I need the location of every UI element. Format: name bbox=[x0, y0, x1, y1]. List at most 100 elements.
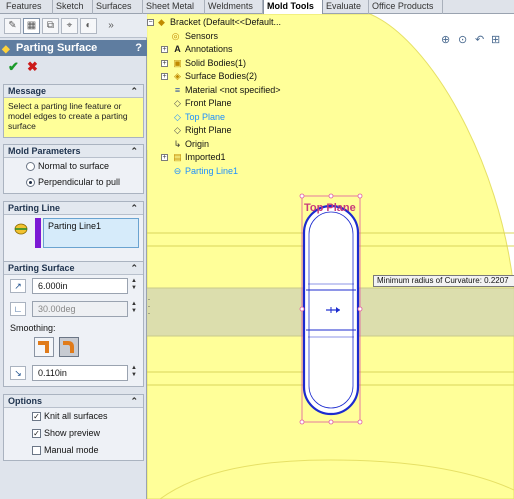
property-manager-icon[interactable]: ▦ bbox=[23, 18, 40, 34]
expand-icon[interactable]: + bbox=[161, 154, 168, 161]
sharp-corner-icon bbox=[38, 341, 49, 353]
previous-view-icon[interactable]: ↶ bbox=[475, 33, 484, 46]
smoothing-smooth-button[interactable] bbox=[59, 337, 79, 357]
tab-evaluate[interactable]: Evaluate bbox=[323, 0, 369, 14]
mold-parameters-header[interactable]: Mold Parameters ⌃ bbox=[4, 145, 143, 158]
tree-root[interactable]: − ◆ Bracket (Default<<Default... bbox=[147, 16, 352, 30]
collapse-chevron-icon[interactable]: ⌃ bbox=[130, 262, 138, 275]
display-manager-icon[interactable]: ◐ bbox=[80, 18, 97, 34]
checkbox[interactable]: ✓ bbox=[32, 412, 41, 421]
collapse-chevron-icon[interactable]: ⌃ bbox=[130, 202, 138, 215]
tree-item-top-plane[interactable]: ◇ Top Plane bbox=[152, 111, 352, 125]
plane-icon: ◇ bbox=[174, 125, 181, 135]
panel-arrow-icon[interactable]: » bbox=[103, 19, 119, 33]
tab-weldments[interactable]: Weldments bbox=[205, 0, 263, 14]
zoom-to-fit-icon[interactable]: ⊕ bbox=[441, 33, 450, 46]
property-manager-panel: ✎ ▦ ⧉ ⌖ ◐ » ◆ Parting Surface ? ✔ ✖ Mess… bbox=[0, 14, 147, 499]
cancel-button[interactable]: ✖ bbox=[27, 60, 38, 74]
distance-row: ↗ 6.000in ▲ ▼ bbox=[8, 278, 141, 294]
smoothing-distance-row: ↘ 0.110in ▲ ▼ bbox=[8, 365, 141, 381]
parting-line-icon bbox=[14, 223, 28, 235]
tab-mold-tools[interactable]: Mold Tools bbox=[263, 0, 323, 15]
solid-bodies-icon: ▣ bbox=[173, 57, 182, 68]
tab-sheet-metal[interactable]: Sheet Metal bbox=[143, 0, 205, 14]
ok-button[interactable]: ✔ bbox=[8, 60, 19, 74]
tree-item-material[interactable]: ≡ Material <not specified> bbox=[152, 84, 352, 98]
feature-manager-icon[interactable]: ✎ bbox=[4, 18, 21, 34]
tree-item-sensors[interactable]: ◎ Sensors bbox=[152, 30, 352, 44]
radio-button[interactable] bbox=[26, 178, 35, 187]
smoothing-distance-input[interactable]: 0.110in bbox=[32, 365, 128, 381]
smoothing-distance-spinner[interactable]: ▲ ▼ bbox=[129, 365, 139, 381]
manager-tabs: ✎ ▦ ⧉ ⌖ ◐ » bbox=[0, 14, 147, 38]
mold-parameters-section: Mold Parameters ⌃ Normal to surface Perp… bbox=[3, 144, 144, 194]
parting-surface-header[interactable]: Parting Surface ⌃ bbox=[4, 262, 143, 275]
angle-input[interactable]: 30.00deg bbox=[32, 301, 128, 317]
radio-button[interactable] bbox=[26, 162, 35, 171]
configuration-manager-icon[interactable]: ⧉ bbox=[42, 18, 59, 34]
message-section: Message ⌃ Select a parting line feature … bbox=[3, 84, 144, 138]
message-header[interactable]: Message ⌃ bbox=[4, 85, 143, 98]
smoothing-label: Smoothing: bbox=[10, 323, 56, 333]
tree-item-right-plane[interactable]: ◇ Right Plane bbox=[152, 124, 352, 138]
smoothing-sharp-button[interactable] bbox=[34, 337, 54, 357]
tree-item-front-plane[interactable]: ◇ Front Plane bbox=[152, 97, 352, 111]
checkbox[interactable] bbox=[32, 446, 41, 455]
parting-surface-icon: ◆ bbox=[2, 44, 10, 55]
tab-sketch[interactable]: Sketch bbox=[53, 0, 93, 14]
tab-features[interactable]: Features bbox=[3, 0, 53, 14]
tree-item-annotations[interactable]: + A Annotations bbox=[152, 43, 352, 57]
annotations-icon: A bbox=[174, 44, 181, 54]
checkbox-manual-mode[interactable]: Manual mode bbox=[4, 442, 143, 459]
parting-line-selection-box[interactable]: Parting Line1 bbox=[43, 218, 139, 248]
collapse-chevron-icon[interactable]: ⌃ bbox=[130, 145, 138, 158]
tree-item-origin[interactable]: ↳ Origin bbox=[152, 138, 352, 152]
imported-icon: ▤ bbox=[173, 152, 182, 162]
section-view-icon[interactable]: ⊞ bbox=[491, 33, 500, 46]
angle-icon[interactable]: ∟ bbox=[10, 302, 26, 316]
parting-surface-section: Parting Surface ⌃ ↗ 6.000in ▲ ▼ ∟ 30.00de… bbox=[3, 261, 144, 387]
tree-item-imported1[interactable]: + ▤ Imported1 bbox=[152, 151, 352, 165]
expand-icon[interactable]: + bbox=[161, 59, 168, 67]
tree-item-parting-line1[interactable]: ⊖ Parting Line1 bbox=[152, 165, 352, 179]
radio-normal-to-surface[interactable]: Normal to surface bbox=[4, 158, 143, 174]
curvature-tooltip: Minimum radius of Curvature: 0.2207 bbox=[373, 275, 514, 287]
parting-line-section: Parting Line ⌃ Parting Line1 bbox=[3, 201, 144, 263]
options-section: Options ⌃ ✓ Knit all surfaces ✓ Show pre… bbox=[3, 394, 144, 461]
collapse-chevron-icon[interactable]: ⌃ bbox=[130, 85, 138, 98]
tab-surfaces[interactable]: Surfaces bbox=[93, 0, 143, 14]
plane-icon: ◇ bbox=[174, 111, 181, 122]
sensors-icon: ◎ bbox=[171, 30, 180, 41]
checkbox-knit-all-surfaces[interactable]: ✓ Knit all surfaces bbox=[4, 408, 143, 425]
selection-color-swatch bbox=[35, 218, 41, 248]
expand-icon[interactable]: + bbox=[161, 73, 168, 80]
parting-line-icon: ⊖ bbox=[173, 165, 182, 176]
origin-icon: ↳ bbox=[173, 138, 182, 149]
collapse-icon[interactable]: − bbox=[147, 19, 154, 26]
checkbox[interactable]: ✓ bbox=[32, 429, 41, 438]
collapse-chevron-icon[interactable]: ⌃ bbox=[130, 395, 138, 408]
command-manager-tabs: Features Sketch Surfaces Sheet Metal Wel… bbox=[0, 0, 514, 15]
distance-icon[interactable]: ↗ bbox=[10, 279, 26, 293]
checkbox-show-preview[interactable]: ✓ Show preview bbox=[4, 425, 143, 442]
smooth-corner-icon bbox=[63, 341, 74, 353]
tab-office-products[interactable]: Office Products bbox=[369, 0, 443, 14]
panel-splitter-handle[interactable]: · · · bbox=[146, 295, 152, 318]
smoothing-distance-icon[interactable]: ↘ bbox=[10, 366, 26, 380]
distance-input[interactable]: 6.000in bbox=[32, 278, 128, 294]
tree-item-solid-bodies[interactable]: + ▣ Solid Bodies(1) bbox=[152, 57, 352, 71]
tree-item-surface-bodies[interactable]: + ◈ Surface Bodies(2) bbox=[152, 70, 352, 84]
parting-line-header[interactable]: Parting Line ⌃ bbox=[4, 202, 143, 215]
radio-perpendicular-to-pull[interactable]: Perpendicular to pull bbox=[4, 174, 143, 190]
zoom-area-icon[interactable]: ⊙ bbox=[458, 33, 467, 46]
options-header[interactable]: Options ⌃ bbox=[4, 395, 143, 408]
expand-icon[interactable]: + bbox=[161, 46, 168, 53]
plane-icon: ◇ bbox=[174, 98, 181, 108]
angle-spinner[interactable]: ▲ ▼ bbox=[129, 301, 139, 317]
property-manager-title: ◆ Parting Surface ? bbox=[0, 40, 147, 56]
help-button[interactable]: ? bbox=[135, 40, 142, 56]
angle-row: ∟ 30.00deg ▲ ▼ bbox=[8, 301, 141, 317]
distance-spinner[interactable]: ▲ ▼ bbox=[129, 278, 139, 294]
dimxpert-icon[interactable]: ⌖ bbox=[61, 18, 78, 34]
surface-bodies-icon: ◈ bbox=[174, 71, 181, 81]
